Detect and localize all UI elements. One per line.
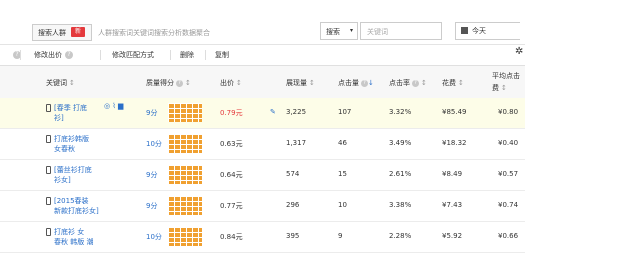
modify-bid-label: 修改出价 (34, 51, 62, 59)
keyword-link[interactable]: [蕾丝衫打底 衫女] (54, 165, 102, 185)
clicks-value: 107 (338, 108, 352, 116)
table-row[interactable]: 打底衫韩版 女春秋 10分 0.63元 1,317 46 3.49% ¥18.32 ¥0.40 (0, 129, 525, 160)
impressions-value: 395 (286, 232, 300, 240)
keyword-link[interactable]: 打底衫韩版 女春秋 (54, 134, 102, 154)
mobile-icon (46, 228, 51, 236)
quality-score[interactable]: 9分 (146, 201, 157, 211)
col-cost[interactable]: 花费 ↕ (442, 78, 464, 88)
bid-value: 0.84元 (220, 233, 243, 241)
trash-icon[interactable]: ▆ (118, 102, 123, 110)
col-quality[interactable]: 质量得分? ↕ (146, 78, 191, 88)
ctr-value: 3.32% (389, 108, 412, 116)
ctr-value: 3.49% (389, 139, 412, 147)
col-ctr[interactable]: 点击率? ↕ (389, 78, 427, 88)
cost-value: ¥8.49 (442, 170, 463, 178)
col-impressions[interactable]: 展现量 ↕ (286, 78, 315, 88)
edit-icon[interactable]: ✎ (270, 108, 276, 116)
help-icon[interactable]: ? (65, 51, 73, 59)
clicks-value: 15 (338, 170, 347, 178)
keyword-link[interactable]: [春季 打底 衫] (54, 103, 102, 123)
ctr-value: 2.61% (389, 170, 412, 178)
mobile-icon (46, 197, 51, 205)
table-row[interactable]: [2015春装 新款打底衫女] 9分 0.77元 296 10 3.38% ¥7.43 ¥0.7… (0, 191, 525, 222)
cost-value: ¥85.49 (442, 108, 467, 116)
delete-label: 删除 (180, 51, 194, 59)
search-crowd-tab[interactable]: 搜索人群 新 (32, 24, 92, 41)
date-range-label: 今天 (472, 27, 486, 35)
avg-cpc-value: ¥0.80 (498, 108, 519, 116)
new-badge: 新 (71, 27, 85, 37)
impressions-value: 296 (286, 201, 300, 209)
impressions-value: 1,317 (286, 139, 307, 147)
row-actions[interactable]: ◎ ⌇ ▆ (104, 102, 123, 110)
clicks-value: 46 (338, 139, 347, 147)
delete-button[interactable]: 删除 (180, 49, 194, 61)
copy-button[interactable]: 复制 (215, 49, 229, 61)
divider (20, 50, 21, 60)
bid-value: 0.63元 (220, 140, 243, 148)
cost-value: ¥5.92 (442, 232, 463, 240)
col-avg-cpc[interactable]: 平均点击费 ↕ (492, 70, 520, 94)
keyword-search-input[interactable]: 关键词 (360, 22, 442, 40)
quality-score[interactable]: 9分 (146, 170, 157, 180)
match-type-label: 搜索 (326, 28, 340, 36)
modify-match-label: 修改匹配方式 (112, 51, 154, 59)
quality-bar (168, 165, 202, 184)
match-type-select[interactable]: 搜索 ▾ (320, 22, 358, 40)
impressions-value: 574 (286, 170, 300, 178)
clicks-value: 9 (338, 232, 343, 240)
col-clicks[interactable]: 点击量? ↓ (338, 78, 374, 88)
cost-value: ¥7.43 (442, 201, 463, 209)
mobile-icon (46, 135, 51, 143)
divider (205, 50, 206, 60)
bid-value: 0.64元 (220, 171, 243, 179)
col-bid[interactable]: 出价 ↕ (220, 78, 242, 88)
impressions-value: 3,225 (286, 108, 307, 116)
ctr-value: 2.28% (389, 232, 412, 240)
modify-bid-button[interactable]: 修改出价? (34, 49, 73, 61)
col-keyword[interactable]: 关键词 ↕ (46, 78, 75, 88)
quality-score[interactable]: 10分 (146, 139, 162, 149)
keyword-link[interactable]: [2015春装 新款打底衫女] (54, 196, 102, 216)
quality-bar (168, 227, 202, 246)
table-row[interactable]: [春季 打底 衫] ◎ ⌇ ▆ 9分 0.79元 ✎ 3,225 107 3.32% ¥85.49… (0, 98, 525, 129)
quality-score[interactable]: 10分 (146, 232, 162, 242)
search-crowd-label: 搜索人群 (38, 29, 66, 37)
mobile-icon (46, 166, 51, 174)
quality-score[interactable]: 9分 (146, 108, 157, 118)
quality-bar (168, 103, 202, 122)
ctr-value: 3.38% (389, 201, 412, 209)
bid-value: 0.77元 (220, 202, 243, 210)
table-row[interactable]: 打底衫 女春秋 韩版 潮 10分 0.84元 395 9 2.28% ¥5.92 ¥0.66 (0, 222, 525, 253)
calendar-icon (461, 27, 468, 34)
mobile-icon (46, 104, 51, 112)
avg-cpc-value: ¥0.40 (498, 139, 519, 147)
search-description: 人群搜索词关键词搜索分析数据聚合 (98, 29, 210, 37)
keyword-link[interactable]: 打底衫 女春秋 韩版 潮 (54, 227, 102, 247)
date-range-select[interactable]: 今天 (455, 22, 520, 40)
quality-bar (168, 196, 202, 215)
quality-bar (168, 134, 202, 153)
table-row[interactable]: [蕾丝衫打底 衫女] 9分 0.64元 574 15 2.61% ¥8.49 ¥0.57 (0, 160, 525, 191)
copy-label: 复制 (215, 51, 229, 59)
avg-cpc-value: ¥0.66 (498, 232, 519, 240)
action-toolbar: ? 修改出价? 修改匹配方式 删除 复制 (0, 44, 525, 65)
table-header: 关键词 ↕ 质量得分? ↕ 出价 ↕ 展现量 ↕ 点击量? ↓ 点击率? ↕ 花费 ↕ 平均点… (0, 65, 525, 100)
chevron-down-icon: ▾ (349, 27, 353, 34)
keyword-placeholder: 关键词 (367, 28, 388, 36)
divider (170, 50, 171, 60)
cost-value: ¥18.32 (442, 139, 467, 147)
clicks-value: 10 (338, 201, 347, 209)
avg-cpc-value: ¥0.57 (498, 170, 519, 178)
divider (100, 50, 101, 60)
bid-value: 0.79元 (220, 109, 243, 117)
trend-icon[interactable]: ⌇ (112, 102, 115, 110)
avg-cpc-value: ¥0.74 (498, 201, 519, 209)
modify-match-button[interactable]: 修改匹配方式 (112, 49, 154, 61)
target-icon[interactable]: ◎ (104, 102, 110, 110)
gear-icon[interactable]: ✲ (515, 46, 523, 57)
